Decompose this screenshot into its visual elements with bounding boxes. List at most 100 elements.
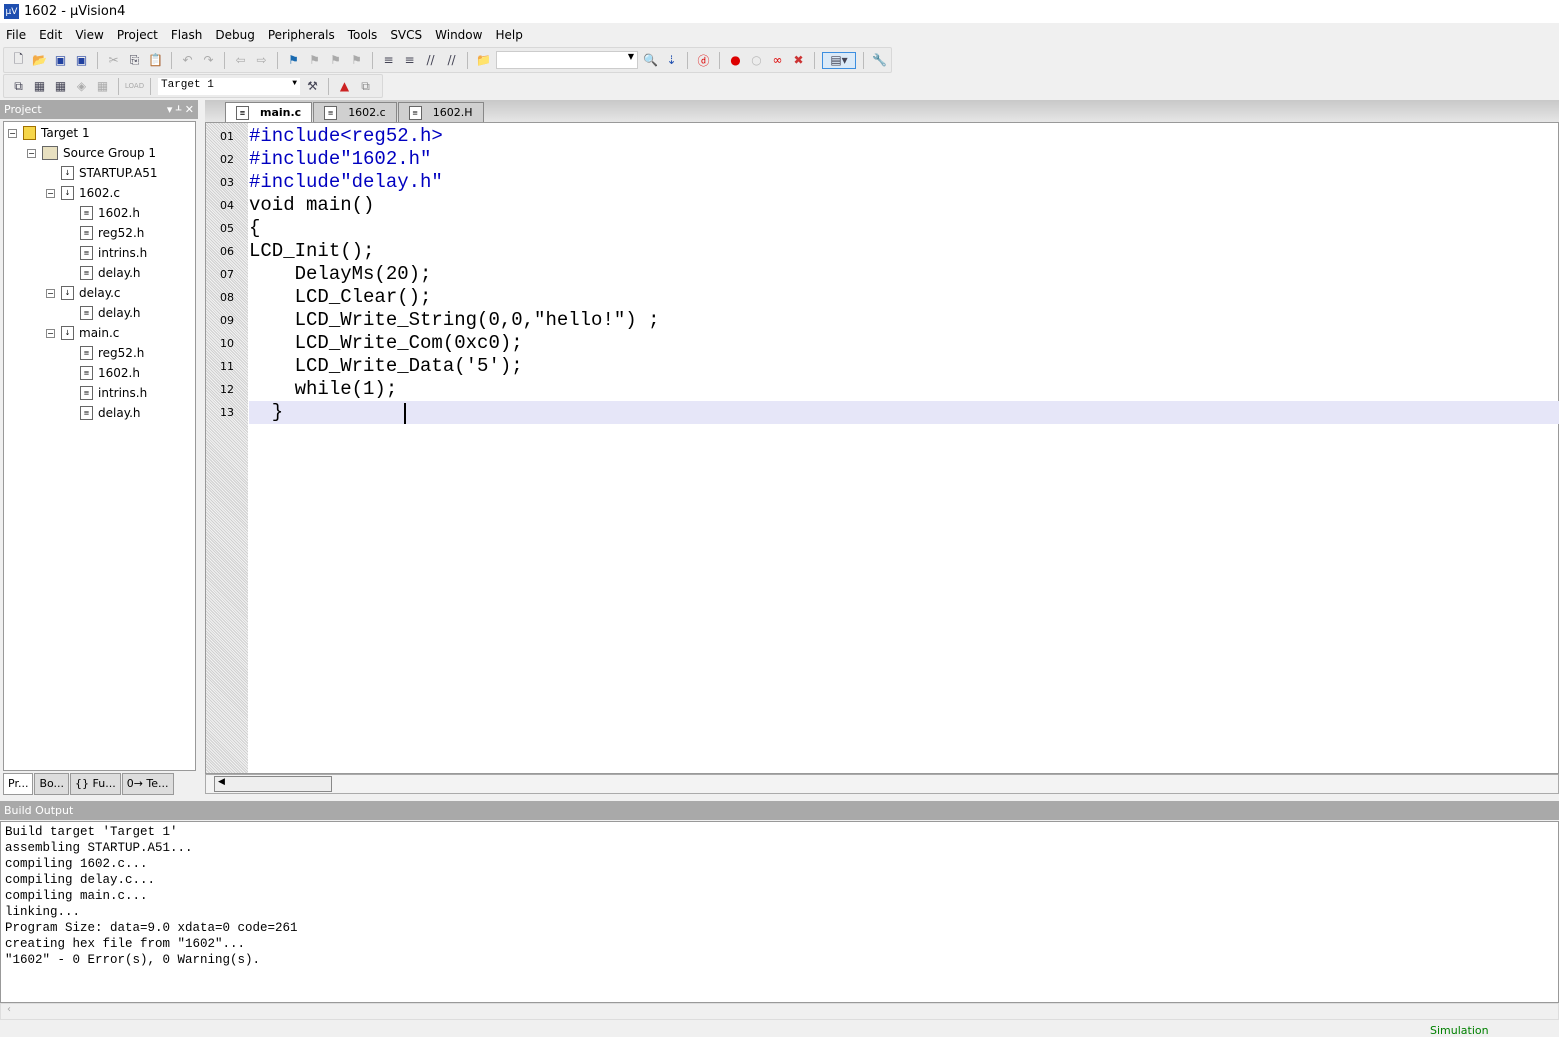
rebuild-icon[interactable]: ▦ bbox=[52, 78, 69, 95]
unindent-icon[interactable]: ≡ bbox=[401, 52, 418, 69]
collapse-toggle[interactable]: − bbox=[27, 148, 36, 158]
code-line[interactable]: #include"1602.h" bbox=[249, 148, 1559, 171]
menu-help[interactable]: Help bbox=[495, 28, 522, 42]
code-line[interactable]: void main() bbox=[249, 194, 1559, 217]
close-icon[interactable]: ✕ bbox=[185, 103, 194, 116]
code-line[interactable]: } bbox=[249, 401, 1559, 424]
find-icon[interactable]: 🔍 bbox=[642, 52, 659, 69]
project-tab[interactable]: Pr... bbox=[3, 773, 34, 795]
load-icon[interactable]: LOAD bbox=[125, 78, 144, 95]
collapse-toggle[interactable]: − bbox=[46, 328, 55, 338]
pin-icon[interactable]: ᚆ bbox=[176, 103, 181, 116]
tree-item[interactable]: ≡ 1602.h bbox=[65, 363, 140, 383]
back-icon[interactable]: ⇦ bbox=[232, 52, 249, 69]
tree-item[interactable]: ≡ reg52.h bbox=[65, 343, 144, 363]
menu-edit[interactable]: Edit bbox=[39, 28, 62, 42]
scroll-left-button[interactable]: ◀ bbox=[214, 776, 332, 792]
project-tab[interactable]: 0→ Te... bbox=[121, 773, 174, 795]
configure-icon[interactable]: 🔧 bbox=[871, 52, 888, 69]
find-in-files-icon[interactable]: 📁 bbox=[475, 52, 492, 69]
copy-icon[interactable]: ⎘ bbox=[126, 52, 143, 69]
breakpoint-icon[interactable]: ● bbox=[727, 52, 744, 69]
prev-bookmark-icon[interactable]: ⚑ bbox=[306, 52, 323, 69]
comment-icon[interactable]: // bbox=[422, 52, 439, 69]
menu-file[interactable]: File bbox=[6, 28, 26, 42]
incremental-find-icon[interactable]: ⇣ bbox=[663, 52, 680, 69]
tree-item[interactable]: − ↓ 1602.c bbox=[46, 183, 120, 203]
batch-build-icon[interactable]: ◈ bbox=[73, 78, 90, 95]
tree-item[interactable]: − Source Group 1 bbox=[27, 143, 156, 163]
code-line[interactable]: while(1); bbox=[249, 378, 1559, 401]
project-tab[interactable]: {} Fu... bbox=[70, 773, 121, 795]
cut-icon[interactable]: ✂ bbox=[105, 52, 122, 69]
kill-breakpoints-icon[interactable]: ✖ bbox=[790, 52, 807, 69]
collapse-toggle[interactable]: − bbox=[46, 288, 55, 298]
code-line[interactable]: LCD_Clear(); bbox=[249, 286, 1559, 309]
collapse-toggle[interactable]: − bbox=[46, 188, 55, 198]
select-packs-icon[interactable]: ⧉ bbox=[357, 78, 374, 95]
tree-item[interactable]: ≡ intrins.h bbox=[65, 243, 147, 263]
tree-item[interactable]: − ↓ delay.c bbox=[46, 283, 121, 303]
code-line[interactable]: #include"delay.h" bbox=[249, 171, 1559, 194]
manage-components-icon[interactable]: ▲ bbox=[336, 78, 353, 95]
disable-all-breakpoints-icon[interactable]: ∞ bbox=[769, 52, 786, 69]
tree-item[interactable]: ≡ 1602.h bbox=[65, 203, 140, 223]
bookmark-icon[interactable]: ⚑ bbox=[285, 52, 302, 69]
menu-window[interactable]: Window bbox=[435, 28, 482, 42]
dropdown-icon[interactable]: ▾ bbox=[167, 103, 173, 116]
code-editor[interactable]: 01 #include<reg52.h> 02 #include"1602.h" 03 #… bbox=[205, 122, 1559, 774]
tree-item[interactable]: ≡ reg52.h bbox=[65, 223, 144, 243]
save-all-icon[interactable]: ▣ bbox=[73, 52, 90, 69]
code-line[interactable]: DelayMs(20); bbox=[249, 263, 1559, 286]
tree-item[interactable]: ≡ delay.h bbox=[65, 303, 141, 323]
window-layout-icon[interactable]: ▤▾ bbox=[822, 51, 856, 69]
code-line[interactable]: LCD_Write_Com(0xc0); bbox=[249, 332, 1559, 355]
indent-icon[interactable]: ≡ bbox=[380, 52, 397, 69]
debug-session-icon[interactable]: ⓓ bbox=[695, 52, 712, 69]
menu-peripherals[interactable]: Peripherals bbox=[268, 28, 335, 42]
paste-icon[interactable]: 📋 bbox=[147, 52, 164, 69]
tree-item[interactable]: ≡ delay.h bbox=[65, 263, 141, 283]
stop-build-icon[interactable]: ▦ bbox=[94, 78, 111, 95]
line-number: 08 bbox=[220, 291, 234, 304]
target-select[interactable]: Target 1 ▼ bbox=[158, 77, 300, 95]
tab-1602-H[interactable]: ≡ 1602.H bbox=[397, 102, 484, 122]
code-line[interactable]: LCD_Write_String(0,0,"hello!") ; bbox=[249, 309, 1559, 332]
menu-debug[interactable]: Debug bbox=[215, 28, 254, 42]
code-line[interactable]: LCD_Write_Data('5'); bbox=[249, 355, 1559, 378]
code-line[interactable]: LCD_Init(); bbox=[249, 240, 1559, 263]
find-combo[interactable]: ▼ bbox=[496, 51, 638, 69]
tree-item[interactable]: ↓ STARTUP.A51 bbox=[46, 163, 157, 183]
collapse-toggle[interactable]: − bbox=[8, 128, 17, 138]
menu-project[interactable]: Project bbox=[117, 28, 158, 42]
tree-item-label: delay.h bbox=[98, 306, 141, 320]
new-file-icon[interactable]: 🗋 bbox=[10, 52, 27, 69]
open-icon[interactable]: 📂 bbox=[31, 52, 48, 69]
code-line[interactable]: #include<reg52.h> bbox=[249, 125, 1559, 148]
build-icon[interactable]: ▦ bbox=[31, 78, 48, 95]
clear-bookmarks-icon[interactable]: ⚑ bbox=[348, 52, 365, 69]
undo-icon[interactable]: ↶ bbox=[179, 52, 196, 69]
next-bookmark-icon[interactable]: ⚑ bbox=[327, 52, 344, 69]
code-line[interactable]: { bbox=[249, 217, 1559, 240]
uncomment-icon[interactable]: // bbox=[443, 52, 460, 69]
translate-icon[interactable]: ⧉ bbox=[10, 78, 27, 95]
target-options-icon[interactable]: ⚒ bbox=[304, 78, 321, 95]
menu-flash[interactable]: Flash bbox=[171, 28, 202, 42]
menu-view[interactable]: View bbox=[75, 28, 103, 42]
horizontal-scrollbar[interactable]: ◀ bbox=[205, 774, 1559, 794]
build-output-scrollbar[interactable]: ‹ bbox=[0, 1003, 1559, 1020]
save-icon[interactable]: ▣ bbox=[52, 52, 69, 69]
tree-item[interactable]: ≡ delay.h bbox=[65, 403, 141, 423]
tree-item[interactable]: − ↓ main.c bbox=[46, 323, 119, 343]
project-tab[interactable]: Bo... bbox=[34, 773, 70, 795]
menu-tools[interactable]: Tools bbox=[348, 28, 378, 42]
disable-breakpoint-icon[interactable]: ○ bbox=[748, 52, 765, 69]
tab-main-c[interactable]: ≡ main.c bbox=[225, 102, 313, 122]
menu-svcs[interactable]: SVCS bbox=[390, 28, 422, 42]
tree-item[interactable]: − Target 1 bbox=[8, 123, 90, 143]
tab-1602-c[interactable]: ≡ 1602.c bbox=[313, 102, 397, 122]
forward-icon[interactable]: ⇨ bbox=[253, 52, 270, 69]
redo-icon[interactable]: ↷ bbox=[200, 52, 217, 69]
tree-item[interactable]: ≡ intrins.h bbox=[65, 383, 147, 403]
